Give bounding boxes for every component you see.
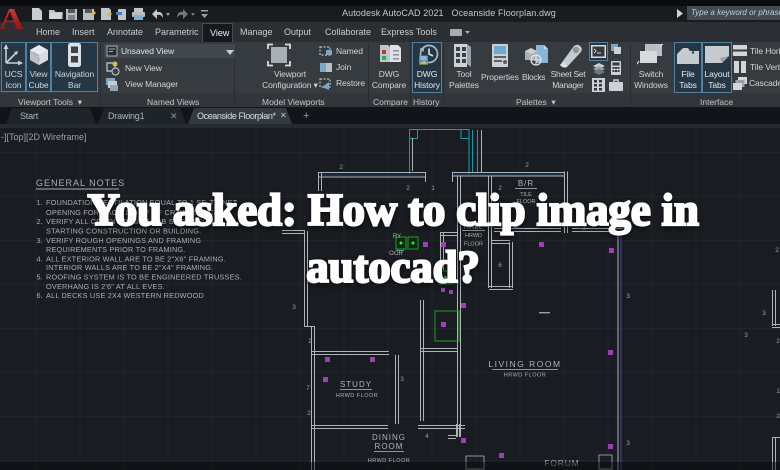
svg-text:STUDY: STUDY bbox=[340, 380, 372, 389]
svg-text:3: 3 bbox=[744, 332, 748, 339]
svg-text:2: 2 bbox=[776, 413, 780, 420]
svg-text:ROOM: ROOM bbox=[375, 442, 404, 451]
svg-text:1: 1 bbox=[776, 388, 780, 395]
svg-text:2: 2 bbox=[776, 338, 780, 345]
svg-text:3: 3 bbox=[292, 304, 296, 311]
svg-text:4: 4 bbox=[425, 433, 429, 440]
svg-text:DINING: DINING bbox=[372, 433, 406, 442]
svg-text:3: 3 bbox=[762, 310, 766, 317]
svg-text:2: 2 bbox=[307, 410, 311, 417]
svg-text:HRWD FLOOR: HRWD FLOOR bbox=[504, 373, 546, 379]
svg-text:2: 2 bbox=[525, 162, 529, 169]
svg-text:LIVING ROOM: LIVING ROOM bbox=[488, 359, 561, 369]
svg-text:-][Top][2D Wireframe]: -][Top][2D Wireframe] bbox=[1, 132, 87, 142]
svg-text:7: 7 bbox=[306, 385, 310, 392]
svg-text:3: 3 bbox=[400, 376, 404, 383]
svg-text:HRWD FLOOR: HRWD FLOOR bbox=[336, 393, 378, 399]
svg-text:2: 2 bbox=[308, 338, 312, 345]
svg-text:3: 3 bbox=[626, 440, 630, 447]
svg-text:2: 2 bbox=[339, 164, 343, 171]
svg-text:A: A bbox=[0, 3, 24, 32]
